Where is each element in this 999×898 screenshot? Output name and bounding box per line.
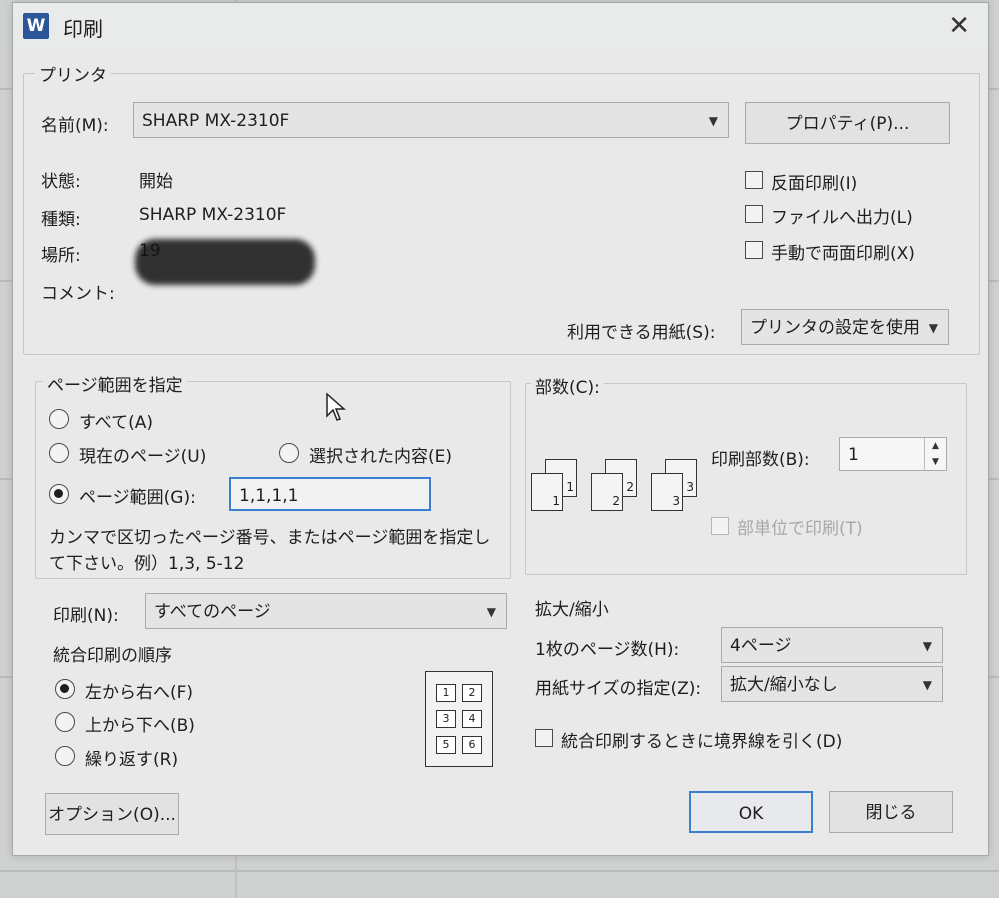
page-range-hint-2: て下さい。例）1,3, 5-12 xyxy=(49,554,245,574)
draw-borders-label: 統合印刷するときに境界線を引く(D) xyxy=(561,732,843,752)
type-label: 種類: xyxy=(41,210,81,230)
page-range-hint-1: カンマで区切ったページ番号、またはページ範囲を指定し xyxy=(49,528,491,548)
preview-cell: 6 xyxy=(462,736,482,754)
collate-checkbox[interactable] xyxy=(711,517,729,535)
pages-per-sheet-label: 1枚のページ数(H): xyxy=(535,640,680,660)
order-top-bottom-radio[interactable] xyxy=(55,712,75,732)
scale-value: 拡大/縮小なし xyxy=(730,675,838,695)
printer-name-value: SHARP MX-2310F xyxy=(142,111,290,131)
reverse-print-label: 反面印刷(I) xyxy=(771,174,858,194)
preview-cell: 3 xyxy=(436,710,456,728)
redaction-mark xyxy=(135,239,315,285)
properties-button[interactable]: プロパティ(P)... xyxy=(745,102,950,144)
close-button[interactable]: 閉じる xyxy=(829,791,953,833)
printer-name-select[interactable]: SHARP MX-2310F ▼ xyxy=(133,102,729,138)
copy-count-input[interactable]: 1 ▲ ▼ xyxy=(839,437,947,471)
range-selection-radio[interactable] xyxy=(279,443,299,463)
location-label: 場所: xyxy=(41,246,81,266)
range-pages-radio[interactable] xyxy=(49,484,69,504)
preview-cell: 2 xyxy=(462,684,482,702)
order-top-bottom-label: 上から下へ(B) xyxy=(85,716,195,736)
order-left-right-radio[interactable] xyxy=(55,679,75,699)
print-dialog: W 印刷 ✕ プリンタ 名前(M): SHARP MX-2310F ▼ プロパテ… xyxy=(12,2,989,856)
status-label: 状態: xyxy=(41,172,81,192)
reverse-print-checkbox[interactable] xyxy=(745,171,763,189)
print-what-label: 印刷(N): xyxy=(53,606,119,626)
order-left-right-label: 左から右へ(F) xyxy=(85,683,194,703)
scale-select[interactable]: 拡大/縮小なし ▼ xyxy=(721,666,943,702)
collate-order-label: 統合印刷の順序 xyxy=(53,646,172,666)
printer-name-label: 名前(M): xyxy=(41,116,109,136)
range-all-label: すべて(A) xyxy=(79,413,154,433)
chevron-down-icon: ▼ xyxy=(486,605,496,619)
preview-cell: 4 xyxy=(462,710,482,728)
order-repeat-radio[interactable] xyxy=(55,746,75,766)
copy-preview-page: 2 xyxy=(591,473,623,511)
zoom-label: 拡大/縮小 xyxy=(535,600,609,620)
type-value: SHARP MX-2310F xyxy=(139,205,287,225)
ok-button[interactable]: OK xyxy=(689,791,813,833)
scale-label: 用紙サイズの指定(Z): xyxy=(535,679,702,699)
order-preview: 1 2 3 4 5 6 xyxy=(425,671,493,767)
spin-up-icon[interactable]: ▲ xyxy=(925,438,946,454)
paper-select[interactable]: プリンタの設定を使用 ▼ xyxy=(741,309,949,345)
printer-group-label: プリンタ xyxy=(35,61,111,86)
print-what-value: すべてのページ xyxy=(154,602,271,622)
preview-cell: 1 xyxy=(436,684,456,702)
chevron-down-icon: ▼ xyxy=(922,639,932,653)
copy-count-label: 印刷部数(B): xyxy=(711,450,810,470)
print-to-file-label: ファイルへ出力(L) xyxy=(771,208,913,228)
options-button[interactable]: オプション(O)... xyxy=(45,793,179,835)
copy-count-value: 1 xyxy=(848,445,859,465)
collate-label: 部単位で印刷(T) xyxy=(737,519,863,539)
range-all-radio[interactable] xyxy=(49,409,69,429)
page-range-input[interactable]: 1,1,1,1 xyxy=(229,477,431,511)
copy-preview-page: 1 xyxy=(531,473,563,511)
mouse-cursor-icon xyxy=(326,392,346,421)
print-to-file-checkbox[interactable] xyxy=(745,205,763,223)
copies-label: 部数(C): xyxy=(531,373,604,398)
paper-label: 利用できる用紙(S): xyxy=(567,323,716,343)
chevron-down-icon: ▼ xyxy=(922,678,932,692)
range-selection-label: 選択された内容(E) xyxy=(309,447,453,467)
background-line xyxy=(0,870,999,872)
copy-count-spinner[interactable]: ▲ ▼ xyxy=(924,438,946,470)
pages-per-sheet-value: 4ページ xyxy=(730,636,792,656)
chevron-down-icon: ▼ xyxy=(928,321,938,335)
pages-per-sheet-select[interactable]: 4ページ ▼ xyxy=(721,627,943,663)
preview-cell: 5 xyxy=(436,736,456,754)
manual-duplex-label: 手動で両面印刷(X) xyxy=(771,244,915,264)
copy-preview-page: 3 xyxy=(651,473,683,511)
close-icon[interactable]: ✕ xyxy=(948,11,970,41)
range-current-label: 現在のページ(U) xyxy=(79,447,207,467)
page-range-label: ページ範囲を指定 xyxy=(43,371,187,396)
title-bar: W 印刷 ✕ xyxy=(13,3,988,49)
dialog-title: 印刷 xyxy=(63,17,103,41)
paper-value: プリンタの設定を使用 xyxy=(750,318,920,338)
comment-label: コメント: xyxy=(41,284,115,304)
print-what-select[interactable]: すべてのページ ▼ xyxy=(145,593,507,629)
spin-down-icon[interactable]: ▼ xyxy=(925,454,946,470)
range-pages-label: ページ範囲(G): xyxy=(79,488,196,508)
app-icon: W xyxy=(23,13,49,39)
manual-duplex-checkbox[interactable] xyxy=(745,241,763,259)
order-repeat-label: 繰り返す(R) xyxy=(85,750,179,770)
range-current-radio[interactable] xyxy=(49,443,69,463)
draw-borders-checkbox[interactable] xyxy=(535,729,553,747)
chevron-down-icon: ▼ xyxy=(708,114,718,128)
status-value: 開始 xyxy=(139,172,173,192)
